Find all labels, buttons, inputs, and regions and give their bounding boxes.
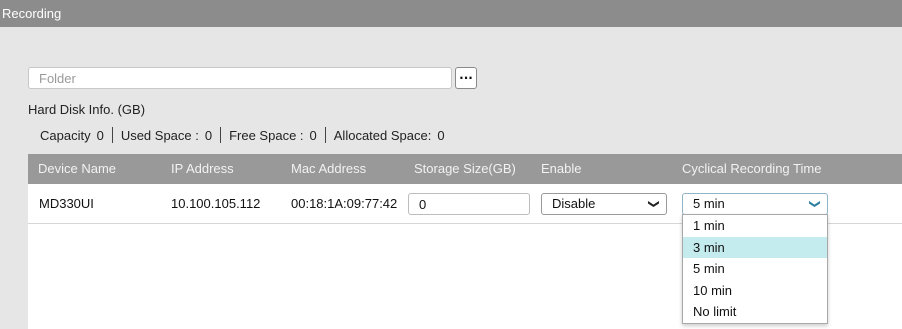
header-cyclical-recording-time: Cyclical Recording Time bbox=[682, 161, 822, 176]
capacity-value: 0 bbox=[96, 127, 104, 143]
header-device-name: Device Name bbox=[38, 161, 117, 176]
browse-folder-button[interactable]: ··· bbox=[455, 67, 477, 89]
header-storage-size: Storage Size(GB) bbox=[414, 161, 516, 176]
chevron-down-icon: ❯ bbox=[808, 199, 822, 209]
free-space-label: Free Space : bbox=[229, 127, 304, 143]
stats-divider bbox=[220, 127, 222, 143]
allocated-space-value: 0 bbox=[437, 127, 445, 143]
header-ip-address: IP Address bbox=[171, 161, 234, 176]
stats-divider bbox=[111, 127, 113, 143]
used-space-label: Used Space : bbox=[120, 127, 199, 143]
mac-address-cell: 00:18:1A:09:77:42 bbox=[291, 196, 398, 211]
hard-disk-info-title: Hard Disk Info. (GB) bbox=[28, 102, 146, 117]
recording-panel: Recording ··· Hard Disk Info. (GB) Capac… bbox=[0, 0, 902, 329]
storage-size-input[interactable] bbox=[408, 193, 530, 215]
hard-disk-stats: Capacity 0 Used Space : 0 Free Space : 0… bbox=[40, 127, 445, 143]
header-enable: Enable bbox=[541, 161, 582, 176]
ip-address-cell: 10.100.105.112 bbox=[171, 196, 261, 211]
folder-input[interactable] bbox=[28, 67, 452, 89]
dropdown-option-5-min[interactable]: 5 min bbox=[683, 258, 827, 280]
used-space-value: 0 bbox=[204, 127, 213, 143]
dropdown-option-10-min[interactable]: 10 min bbox=[683, 280, 827, 302]
dropdown-option-3-min[interactable]: 3 min bbox=[683, 236, 827, 259]
header-mac-address: Mac Address bbox=[291, 161, 367, 176]
device-name-cell: MD330UI bbox=[39, 196, 94, 211]
enable-select[interactable]: Disable ❯ bbox=[541, 193, 667, 215]
capacity-label: Capacity bbox=[40, 127, 91, 143]
enable-select-value: Disable bbox=[552, 196, 596, 211]
table-header: Device Name IP Address Mac Address Stora… bbox=[28, 154, 902, 184]
allocated-space-label: Allocated Space: bbox=[333, 127, 432, 143]
cyclical-time-select[interactable]: 5 min ❯ bbox=[682, 193, 828, 215]
stats-divider bbox=[324, 127, 326, 143]
free-space-value: 0 bbox=[309, 127, 317, 143]
cyclical-time-dropdown: 1 min 3 min 5 min 10 min No limit bbox=[682, 214, 828, 324]
panel-title: Recording bbox=[0, 0, 902, 27]
device-table: Device Name IP Address Mac Address Stora… bbox=[28, 154, 902, 329]
dropdown-option-no-limit[interactable]: No limit bbox=[683, 301, 827, 323]
dropdown-option-1-min[interactable]: 1 min bbox=[683, 215, 827, 237]
chevron-down-icon: ❯ bbox=[647, 199, 661, 209]
cyclical-time-value: 5 min bbox=[693, 196, 725, 211]
